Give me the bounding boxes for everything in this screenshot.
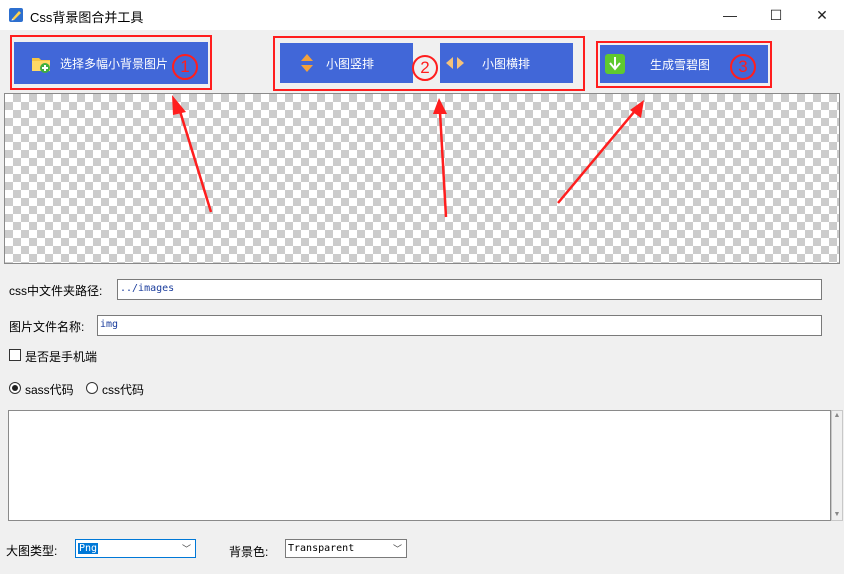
arrow-2-line	[438, 111, 448, 218]
code-output-textarea[interactable]	[8, 410, 831, 521]
mobile-checkbox-label: 是否是手机端	[25, 350, 98, 364]
bg-color-value: Transparent	[288, 543, 355, 554]
css-radio[interactable]	[86, 382, 98, 394]
arrow-1-head	[172, 95, 186, 115]
arrow-1-line	[177, 107, 213, 213]
image-name-label: 图片文件名称:	[9, 320, 85, 334]
radio-selected-dot	[12, 385, 18, 391]
css-path-label: css中文件夹路径:	[9, 284, 103, 298]
bg-color-label: 背景色:	[229, 545, 269, 559]
sass-radio[interactable]	[9, 382, 21, 394]
image-type-label: 大图类型:	[6, 544, 58, 558]
chevron-down-icon: ﹀	[181, 545, 191, 555]
scroll-down-icon: ▼	[833, 511, 841, 518]
scroll-up-icon: ▲	[833, 412, 841, 419]
bg-color-select[interactable]: Transparent ﹀	[285, 539, 407, 558]
image-name-input[interactable]: img	[97, 315, 822, 336]
css-path-input[interactable]: ../images	[117, 279, 822, 300]
image-type-value: Png	[78, 543, 99, 554]
image-type-select[interactable]: Png ﹀	[75, 539, 196, 558]
mobile-checkbox[interactable]	[9, 349, 21, 361]
chevron-down-icon: ﹀	[392, 545, 402, 555]
code-output-scrollbar[interactable]: ▲ ▼	[831, 410, 843, 521]
css-radio-label: css代码	[102, 383, 145, 397]
sass-radio-label: sass代码	[25, 383, 74, 397]
arrow-3-line	[557, 111, 635, 204]
arrow-2-head	[433, 98, 447, 114]
